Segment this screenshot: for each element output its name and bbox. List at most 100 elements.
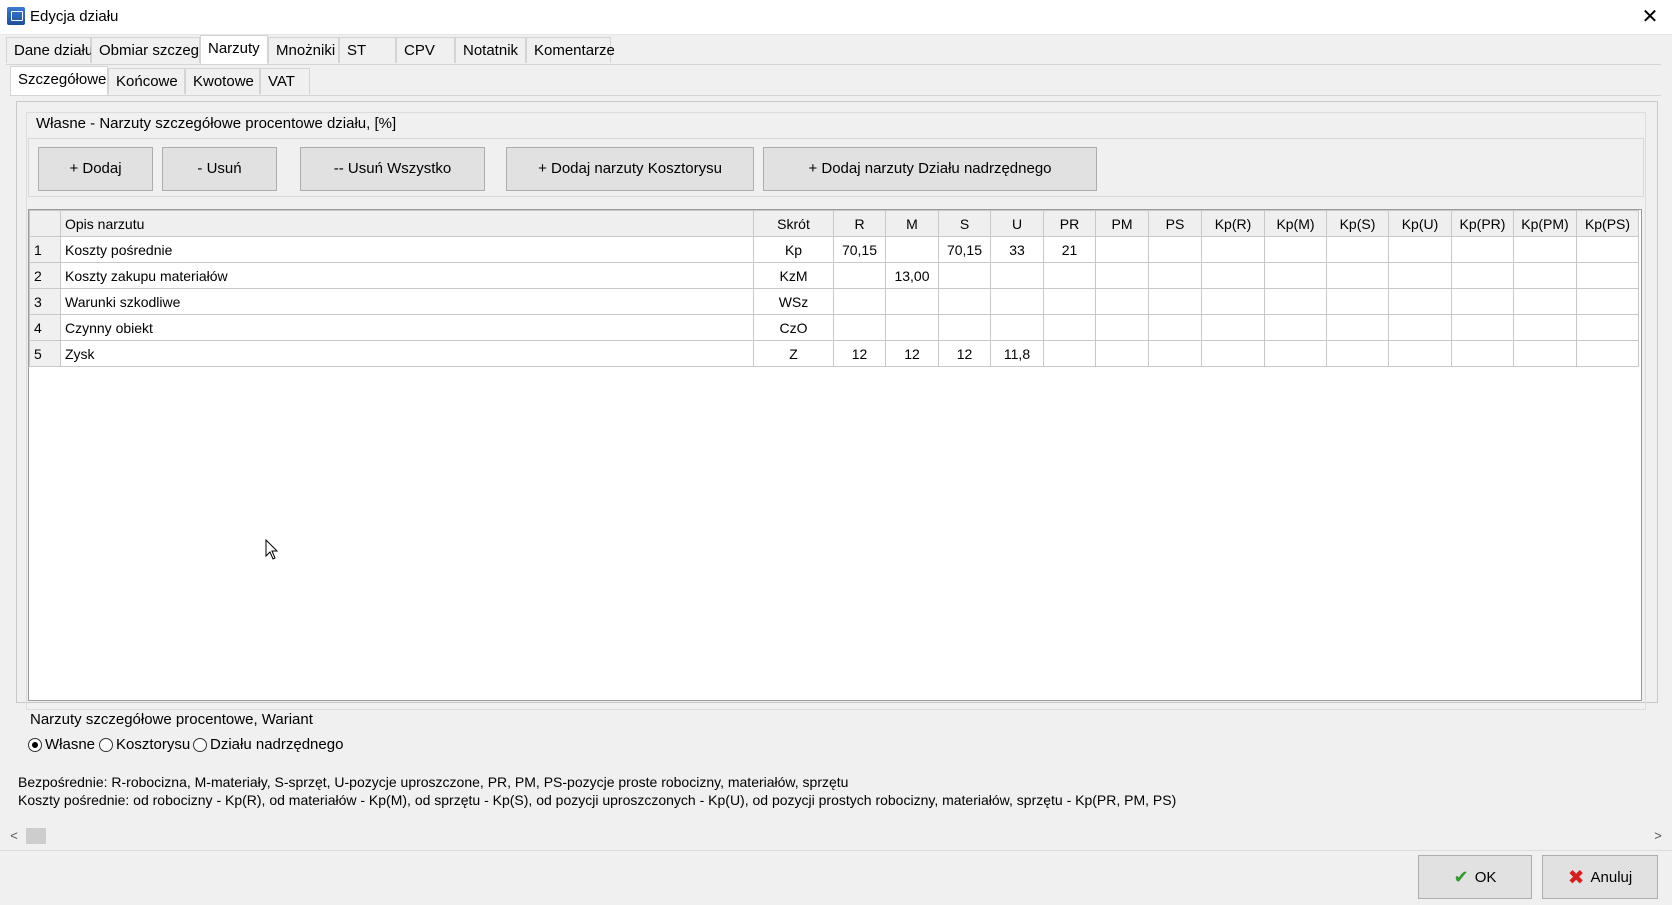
table-cell[interactable] xyxy=(1326,236,1389,263)
table-cell[interactable] xyxy=(833,262,886,289)
cell-opis[interactable]: Koszty zakupu materiałów xyxy=(60,262,754,289)
table-cell[interactable]: 11,8 xyxy=(990,340,1044,367)
scrollbar-thumb[interactable] xyxy=(26,828,46,844)
cell-opis[interactable]: Zysk xyxy=(60,340,754,367)
table-cell[interactable] xyxy=(1513,314,1577,341)
column-header-kp-ps[interactable]: Kp(PS) xyxy=(1576,210,1639,237)
table-cell[interactable] xyxy=(1043,314,1096,341)
tab-notatnik[interactable]: Notatnik xyxy=(455,37,526,63)
table-cell[interactable] xyxy=(1043,262,1096,289)
table-cell[interactable] xyxy=(1513,236,1577,263)
table-cell[interactable]: 21 xyxy=(1043,236,1096,263)
table-cell[interactable] xyxy=(1148,262,1202,289)
radio-dot[interactable] xyxy=(99,737,113,752)
tab-st[interactable]: ST xyxy=(339,37,396,63)
tab-narzuty[interactable]: Narzuty xyxy=(200,35,268,64)
radio-dot-selected[interactable] xyxy=(28,737,42,752)
table-cell[interactable] xyxy=(1201,236,1265,263)
table-cell[interactable]: 33 xyxy=(990,236,1044,263)
remove-all-button[interactable]: -- Usuń Wszystko xyxy=(300,147,485,191)
column-header-u[interactable]: U xyxy=(990,210,1044,237)
table-cell[interactable] xyxy=(1326,288,1389,315)
column-header-kp-r[interactable]: Kp(R) xyxy=(1201,210,1265,237)
table-cell[interactable] xyxy=(1326,314,1389,341)
radio-dot[interactable] xyxy=(193,737,207,752)
column-header-r[interactable]: R xyxy=(833,210,886,237)
cell-opis[interactable]: Warunki szkodliwe xyxy=(60,288,754,315)
column-header-kp-m[interactable]: Kp(M) xyxy=(1264,210,1327,237)
table-row[interactable]: 1 Koszty pośrednie Kp 70,15 70,15 33 21 xyxy=(29,236,1639,263)
table-cell[interactable] xyxy=(1095,262,1149,289)
column-header-s[interactable]: S xyxy=(938,210,991,237)
table-cell[interactable] xyxy=(1388,262,1452,289)
table-cell[interactable]: Z xyxy=(753,340,834,367)
add-parent-surcharges-button[interactable]: + Dodaj narzuty Działu nadrzędnego xyxy=(763,147,1097,191)
table-cell[interactable] xyxy=(1451,340,1514,367)
scroll-left-icon[interactable]: < xyxy=(6,826,22,846)
close-icon[interactable]: ✕ xyxy=(1634,2,1666,32)
scroll-right-icon[interactable]: > xyxy=(1650,826,1666,846)
table-cell[interactable] xyxy=(1264,288,1327,315)
table-cell[interactable] xyxy=(1095,314,1149,341)
table-cell[interactable]: KzM xyxy=(753,262,834,289)
column-header-pm[interactable]: PM xyxy=(1095,210,1149,237)
table-row[interactable]: 4 Czynny obiekt CzO xyxy=(29,314,1639,341)
table-cell[interactable] xyxy=(1201,262,1265,289)
table-cell[interactable] xyxy=(1095,236,1149,263)
tab-cpv[interactable]: CPV xyxy=(396,37,455,63)
table-cell[interactable] xyxy=(1388,340,1452,367)
table-cell[interactable]: Kp xyxy=(753,236,834,263)
tab-komentarze[interactable]: Komentarze xyxy=(526,37,615,63)
radio-kosztorysu[interactable]: Kosztorysu xyxy=(99,736,190,753)
table-cell[interactable] xyxy=(1451,262,1514,289)
table-cell[interactable] xyxy=(1388,236,1452,263)
table-cell[interactable] xyxy=(885,236,939,263)
table-row[interactable]: 2 Koszty zakupu materiałów KzM 13,00 xyxy=(29,262,1639,289)
table-cell[interactable] xyxy=(1513,340,1577,367)
table-cell[interactable] xyxy=(1451,288,1514,315)
table-cell[interactable] xyxy=(990,288,1044,315)
column-header-ps[interactable]: PS xyxy=(1148,210,1202,237)
table-cell[interactable] xyxy=(1148,314,1202,341)
table-cell[interactable] xyxy=(1095,288,1149,315)
table-cell[interactable]: 70,15 xyxy=(833,236,886,263)
tab-koncowe[interactable]: Końcowe xyxy=(108,68,185,94)
table-cell[interactable]: CzO xyxy=(753,314,834,341)
cancel-button[interactable]: ✖ Anuluj xyxy=(1542,855,1658,899)
column-header-pr[interactable]: PR xyxy=(1043,210,1096,237)
column-header-opis[interactable]: Opis narzutu xyxy=(60,210,754,237)
radio-dzialu-nadrzednego[interactable]: Działu nadrzędnego xyxy=(193,736,343,753)
table-cell[interactable] xyxy=(1201,288,1265,315)
table-cell[interactable] xyxy=(885,314,939,341)
column-header-kp-u[interactable]: Kp(U) xyxy=(1388,210,1452,237)
table-cell[interactable] xyxy=(938,288,991,315)
table-cell[interactable] xyxy=(1043,340,1096,367)
table-cell[interactable] xyxy=(1148,288,1202,315)
table-cell[interactable]: 12 xyxy=(833,340,886,367)
table-cell[interactable] xyxy=(1513,288,1577,315)
column-header-m[interactable]: M xyxy=(885,210,939,237)
table-cell[interactable] xyxy=(1576,314,1639,341)
table-cell[interactable] xyxy=(938,314,991,341)
table-cell[interactable] xyxy=(1148,236,1202,263)
table-cell[interactable] xyxy=(1326,262,1389,289)
table-cell[interactable]: WSz xyxy=(753,288,834,315)
table-cell[interactable] xyxy=(1576,340,1639,367)
table-cell[interactable] xyxy=(833,288,886,315)
table-cell[interactable] xyxy=(1264,314,1327,341)
table-cell[interactable]: 12 xyxy=(938,340,991,367)
table-cell[interactable] xyxy=(1451,314,1514,341)
table-cell[interactable] xyxy=(1095,340,1149,367)
add-estimate-surcharges-button[interactable]: + Dodaj narzuty Kosztorysu xyxy=(506,147,754,191)
table-cell[interactable] xyxy=(1576,262,1639,289)
table-cell[interactable] xyxy=(1264,262,1327,289)
table-cell[interactable] xyxy=(1388,288,1452,315)
tab-dane-dzialu[interactable]: Dane działu xyxy=(6,37,93,63)
tab-vat[interactable]: VAT xyxy=(260,68,310,94)
table-cell[interactable] xyxy=(1388,314,1452,341)
table-cell[interactable] xyxy=(990,262,1044,289)
table-cell[interactable] xyxy=(833,314,886,341)
table-cell[interactable] xyxy=(1513,262,1577,289)
table-cell[interactable]: 13,00 xyxy=(885,262,939,289)
radio-wlasne[interactable]: Własne xyxy=(28,736,95,753)
